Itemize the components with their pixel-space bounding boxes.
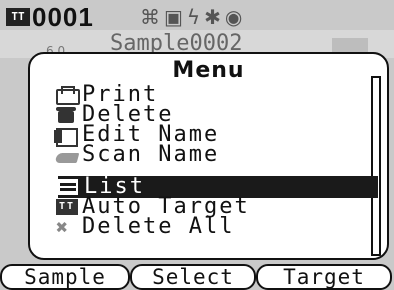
softkey-bar: Sample Select Target xyxy=(0,264,394,290)
menu-item-delete-all[interactable]: Delete All xyxy=(54,214,235,239)
sheet-icon: ⌘ xyxy=(140,5,160,29)
menu-title: Menu xyxy=(172,58,245,83)
menu-item-label: Delete All xyxy=(82,214,235,239)
menu-item-scan-name[interactable]: Scan Name xyxy=(54,144,219,166)
menu-item-label: Scan Name xyxy=(82,142,220,167)
bluetooth-icon: ✱ xyxy=(204,5,221,29)
printer-icon xyxy=(54,85,80,105)
menu-scrollbar[interactable] xyxy=(371,76,381,256)
battery-icon: ϟ xyxy=(186,5,201,29)
softkey-sample[interactable]: Sample xyxy=(0,264,130,290)
delete-all-icon xyxy=(54,216,80,238)
edit-document-icon xyxy=(54,125,80,147)
trash-icon xyxy=(54,105,80,125)
target-type-icon: TT xyxy=(6,8,30,26)
mode-icon: ▣ xyxy=(164,5,183,29)
menu-dialog: Menu Print Delete Edit Name Scan Name Li… xyxy=(28,52,389,260)
light-icon: ◉ xyxy=(224,5,243,29)
softkey-target[interactable]: Target xyxy=(256,264,392,290)
target-number: 0001 xyxy=(32,2,94,32)
target-icon xyxy=(54,197,80,217)
status-bar: TT 0001 ⌘ ▣ ϟ ✱ ◉ xyxy=(0,0,394,34)
softkey-select[interactable]: Select xyxy=(130,264,256,290)
scanner-icon xyxy=(54,145,80,165)
status-icons: ⌘ ▣ ϟ ✱ ◉ xyxy=(140,4,242,30)
list-icon xyxy=(56,177,82,197)
